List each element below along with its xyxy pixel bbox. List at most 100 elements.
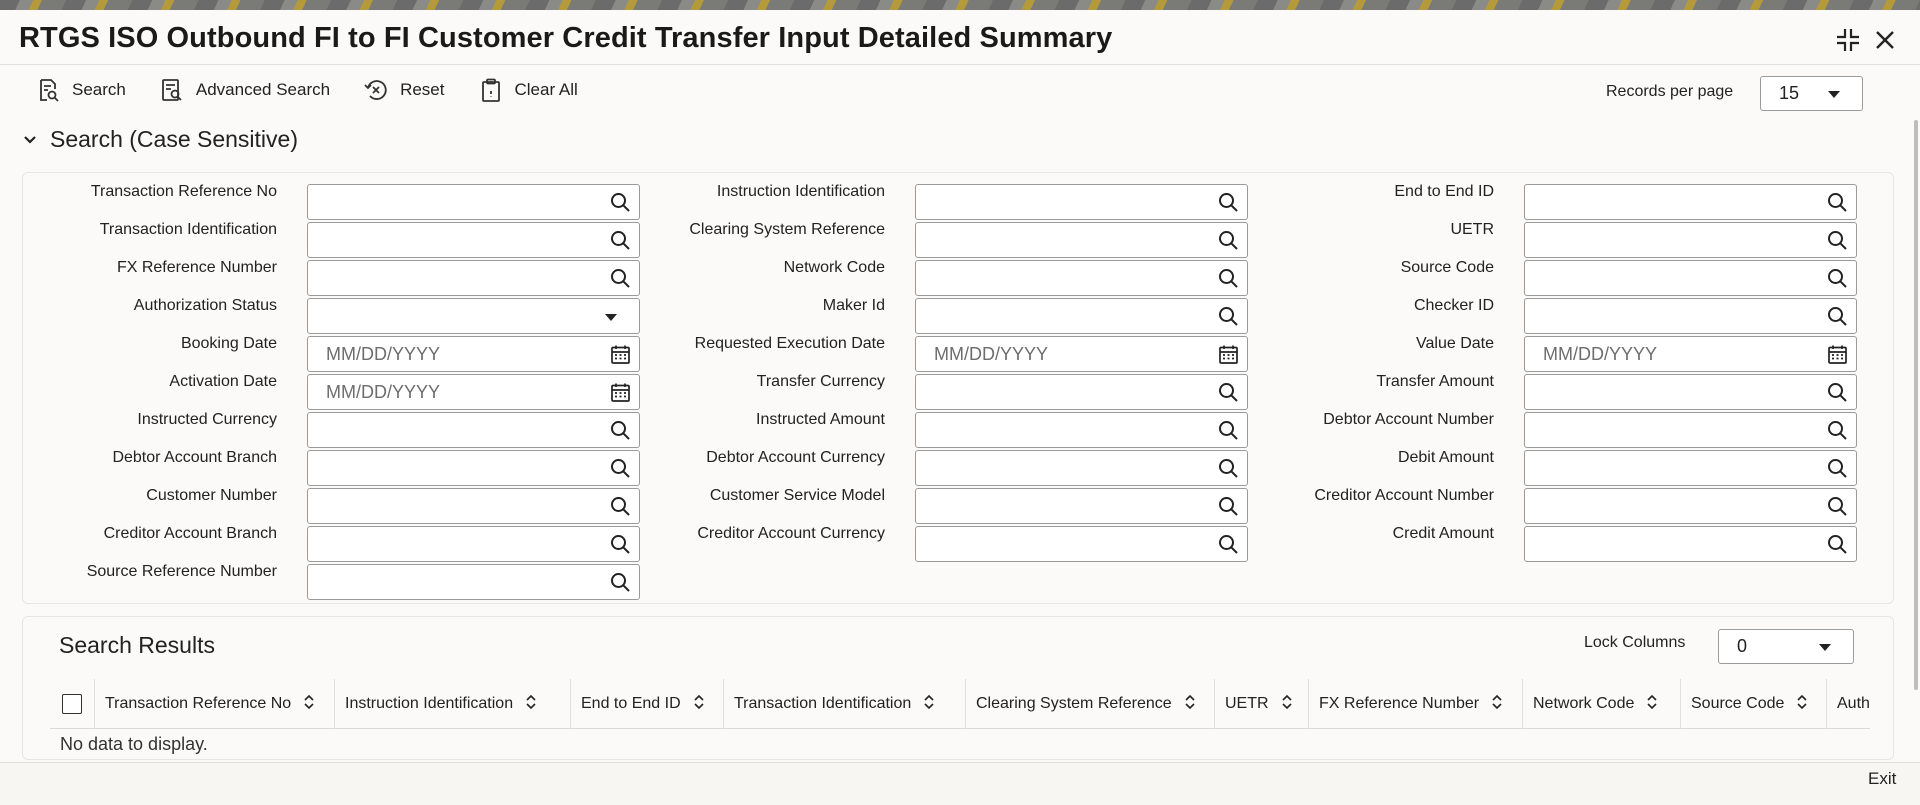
records-per-page-label: Records per page [1606,83,1734,100]
column-header-label: Transaction Reference No [105,695,292,712]
end-to-end-id-input[interactable] [1524,184,1857,220]
creditor-account-currency-input[interactable] [915,526,1248,562]
lock-columns-value: 0 [1737,636,1748,656]
close-icon[interactable] [1871,26,1899,54]
creditor-account-branch-input[interactable] [307,526,640,562]
transaction-reference-no-input[interactable] [307,184,640,220]
select-all-checkbox[interactable] [62,694,82,714]
exit-button[interactable]: Exit [1868,769,1896,789]
credit-amount-input[interactable] [1524,526,1857,562]
column-header-instruction-identification[interactable]: Instruction Identification [334,679,537,729]
column-header-network-code[interactable]: Network Code [1522,679,1658,729]
debit-amount-label: Debit Amount [1397,449,1494,466]
lock-columns-label: Lock Columns [1584,634,1686,651]
sort-icon[interactable] [1479,694,1503,715]
column-header-label: UETR [1225,695,1269,712]
date-placeholder: MM/DD/YYYY [326,344,441,364]
column-header-transaction-reference-no[interactable]: Transaction Reference No [94,679,315,729]
app-header-band [0,0,1920,10]
column-header-fx-reference-number[interactable]: FX Reference Number [1308,679,1503,729]
footer-bar [0,762,1920,805]
column-header-end-to-end-id[interactable]: End to End ID [570,679,705,729]
column-header-clearing-system-reference[interactable]: Clearing System Reference [965,679,1196,729]
column-header-label: Instruction Identification [345,695,514,712]
transaction-identification-label: Transaction Identification [99,221,277,238]
search-button-label: Search [72,80,126,99]
sort-icon[interactable] [681,694,705,715]
chevron-down-icon [1828,90,1840,98]
sort-icon[interactable] [1634,694,1658,715]
column-header-label: Clearing System Reference [976,695,1172,712]
search-button[interactable]: Search [36,78,126,102]
records-per-page-select[interactable]: 15 [1760,76,1863,111]
clear-all-button[interactable]: Clear All [479,78,578,102]
activation-date-input[interactable]: MM/DD/YYYY [307,374,640,410]
sort-icon[interactable] [1784,694,1808,715]
instruction-identification-label: Instruction Identification [716,183,885,200]
end-to-end-id-label: End to End ID [1394,183,1494,200]
sort-icon[interactable] [1172,694,1196,715]
transfer-amount-label: Transfer Amount [1376,373,1494,390]
search-section-header[interactable]: Search (Case Sensitive) [22,126,298,153]
requested-execution-date-label: Requested Execution Date [694,335,885,352]
date-placeholder: MM/DD/YYYY [326,382,441,402]
column-header-auth[interactable]: Auth [1826,679,1870,729]
customer-number-label: Customer Number [146,487,277,504]
debtor-account-number-input[interactable] [1524,412,1857,448]
creditor-account-currency-label: Creditor Account Currency [697,525,885,542]
lock-columns-select[interactable]: 0 [1718,629,1854,664]
no-data-message: No data to display. [60,734,208,754]
sort-icon[interactable] [291,694,315,715]
clearing-system-reference-input[interactable] [915,222,1248,258]
uetr-input[interactable] [1524,222,1857,258]
search-doc-icon [40,79,59,102]
transfer-amount-input[interactable] [1524,374,1857,410]
instructed-currency-input[interactable] [307,412,640,448]
maker-id-input[interactable] [915,298,1248,334]
column-header-label: Source Code [1691,695,1785,712]
chevron-down-icon [605,314,617,321]
checker-id-input[interactable] [1524,298,1857,334]
sort-icon[interactable] [911,694,935,715]
creditor-account-number-input[interactable] [1524,488,1857,524]
reset-button[interactable]: Reset [364,78,445,102]
column-header-label: Auth [1837,695,1870,712]
network-code-label: Network Code [783,259,885,276]
column-header-label: End to End ID [581,695,681,712]
date-placeholder: MM/DD/YYYY [934,344,1049,364]
column-header-uetr[interactable]: UETR [1214,679,1293,729]
debit-amount-input[interactable] [1524,450,1857,486]
debtor-account-branch-input[interactable] [307,450,640,486]
source-code-input[interactable] [1524,260,1857,296]
sort-icon[interactable] [1269,694,1293,715]
sort-icon[interactable] [513,694,537,715]
transfer-currency-input[interactable] [915,374,1248,410]
booking-date-input[interactable]: MM/DD/YYYY [307,336,640,372]
customer-service-model-input[interactable] [915,488,1248,524]
search-results-panel: Search Results Lock Columns 0 Transactio… [22,616,1894,760]
advanced-search-button[interactable]: Advanced Search [160,78,330,102]
customer-number-input[interactable] [307,488,640,524]
transaction-identification-input[interactable] [307,222,640,258]
column-header-source-code[interactable]: Source Code [1680,679,1808,729]
advanced-search-button-label: Advanced Search [195,80,331,99]
debtor-account-currency-input[interactable] [915,450,1248,486]
source-reference-number-input[interactable] [307,564,640,600]
instructed-amount-input[interactable] [915,412,1248,448]
requested-execution-date-input[interactable]: MM/DD/YYYY [915,336,1248,372]
instructed-currency-label: Instructed Currency [137,411,277,428]
chevron-down-icon [24,135,36,144]
collapse-icon[interactable] [1834,26,1862,54]
authorization-status-select[interactable] [307,298,640,334]
network-code-input[interactable] [915,260,1248,296]
activation-date-label: Activation Date [169,373,277,390]
instructed-amount-label: Instructed Amount [756,411,885,428]
instruction-identification-input[interactable] [915,184,1248,220]
vertical-scrollbar[interactable] [1914,120,1918,690]
fx-reference-number-input[interactable] [307,260,640,296]
debtor-account-currency-label: Debtor Account Currency [706,449,885,466]
column-header-transaction-identification[interactable]: Transaction Identification [723,679,935,729]
page-title: RTGS ISO Outbound FI to FI Customer Cred… [19,22,1113,54]
value-date-input[interactable]: MM/DD/YYYY [1524,336,1857,372]
transfer-currency-label: Transfer Currency [756,373,885,390]
